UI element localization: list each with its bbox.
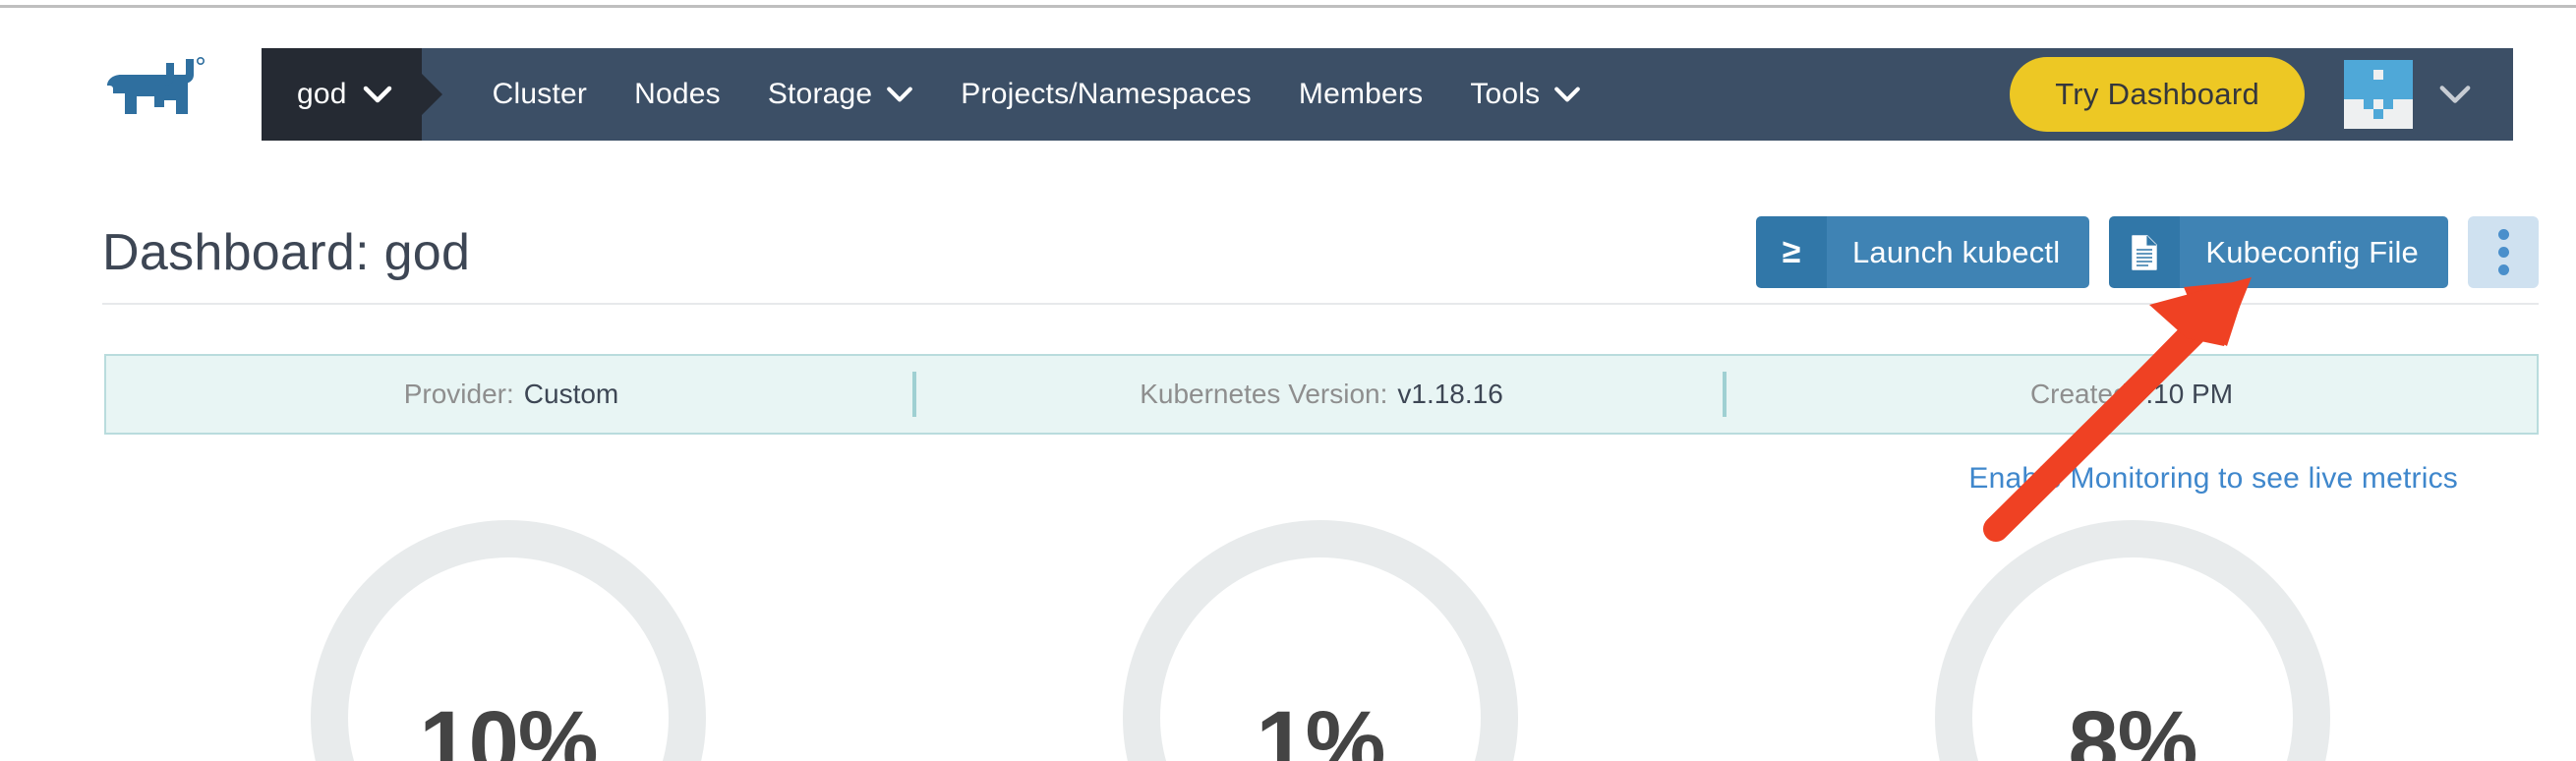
info-key: Provider:: [403, 379, 514, 409]
chevron-down-icon: [1553, 86, 1581, 103]
ellipsis-dot: [2497, 229, 2509, 240]
launch-kubectl-button[interactable]: ≥ Launch kubectl: [1755, 216, 2090, 288]
info-cell-provider: Provider: Custom: [106, 356, 916, 433]
user-menu-chevron-down-icon[interactable]: [2438, 84, 2472, 105]
gauge-1: 10%: [102, 519, 914, 761]
kubeconfig-file-button[interactable]: Kubeconfig File: [2109, 216, 2448, 288]
enable-monitoring-link[interactable]: Enable Monitoring to see live metrics: [1968, 462, 2458, 496]
app-root: god Cluster Nodes Storage Projects/Names…: [0, 0, 2576, 761]
nav-item-members[interactable]: Members: [1275, 78, 1446, 111]
nav-item-storage[interactable]: Storage: [744, 78, 937, 111]
nav-item-label: Cluster: [492, 78, 588, 110]
browser-chrome-strip: [0, 0, 2576, 8]
info-key: Kubernetes Version:: [1140, 379, 1388, 409]
nav-item-nodes[interactable]: Nodes: [611, 78, 744, 111]
nav-item-cluster[interactable]: Cluster: [469, 78, 611, 111]
gauge-ring: 10%: [310, 519, 707, 761]
nav-item-label: Members: [1298, 78, 1424, 110]
nav-item-label: Storage: [767, 78, 873, 110]
nav-item-projects-namespaces[interactable]: Projects/Namespaces: [937, 78, 1275, 111]
cluster-picker-label: god: [297, 78, 347, 110]
nav-item-label: Projects/Namespaces: [961, 78, 1252, 110]
nav-item-label: Nodes: [634, 78, 721, 110]
page-title-row: Dashboard: god ≥ Launch kubectl Kubeconf…: [102, 202, 2539, 305]
nav-item-tools[interactable]: Tools: [1446, 78, 1605, 111]
info-value: Custom: [523, 379, 619, 409]
nav-item-label: Tools: [1470, 78, 1541, 110]
more-actions-vertical-ellipsis-icon[interactable]: [2468, 216, 2539, 288]
chevron-down-icon: [363, 85, 392, 104]
document-file-icon: [2109, 216, 2181, 288]
try-dashboard-button[interactable]: Try Dashboard: [2010, 57, 2305, 132]
main-navbar: god Cluster Nodes Storage Projects/Names…: [262, 48, 2513, 141]
gauge-value: 10%: [419, 693, 598, 761]
gauge-value: 8%: [2068, 693, 2198, 761]
gauge-ring: 8%: [1934, 519, 2331, 761]
info-value: v1.18.16: [1397, 379, 1503, 409]
info-value: :10 PM: [2145, 379, 2234, 409]
gauge-ring: 1%: [1122, 519, 1519, 761]
page-title: Dashboard: god: [102, 223, 471, 281]
ellipsis-dot: [2497, 264, 2509, 275]
app-header: god Cluster Nodes Storage Projects/Names…: [0, 11, 2576, 160]
info-key: Created:: [2029, 379, 2137, 409]
navbar-items: Cluster Nodes Storage Projects/Namespace…: [422, 48, 1606, 141]
page-actions: ≥ Launch kubectl Kubeconfig File: [1755, 216, 2539, 288]
gauge-3: 8%: [1727, 519, 2539, 761]
cluster-picker[interactable]: god: [262, 48, 422, 141]
chevron-down-icon: [886, 86, 913, 103]
metrics-gauges: 10% 1% 8%: [102, 519, 2539, 761]
rancher-cow-logo-icon[interactable]: [102, 54, 250, 123]
navbar-right-actions: Try Dashboard: [2010, 48, 2513, 141]
user-avatar-identicon-icon[interactable]: [2344, 60, 2413, 129]
cluster-info-banner: Provider: Custom Kubernetes Version: v1.…: [104, 354, 2539, 435]
gauge-2: 1%: [914, 519, 1727, 761]
gauge-value: 1%: [1256, 693, 1386, 761]
kubeconfig-file-label: Kubeconfig File: [2180, 216, 2448, 288]
terminal-prompt-icon: ≥: [1755, 216, 1827, 288]
info-cell-kubernetes-version: Kubernetes Version: v1.18.16: [916, 356, 1727, 433]
launch-kubectl-label: Launch kubectl: [1826, 216, 2090, 288]
info-cell-created: Created: :10 PM: [1727, 356, 2537, 433]
ellipsis-dot: [2497, 247, 2509, 258]
